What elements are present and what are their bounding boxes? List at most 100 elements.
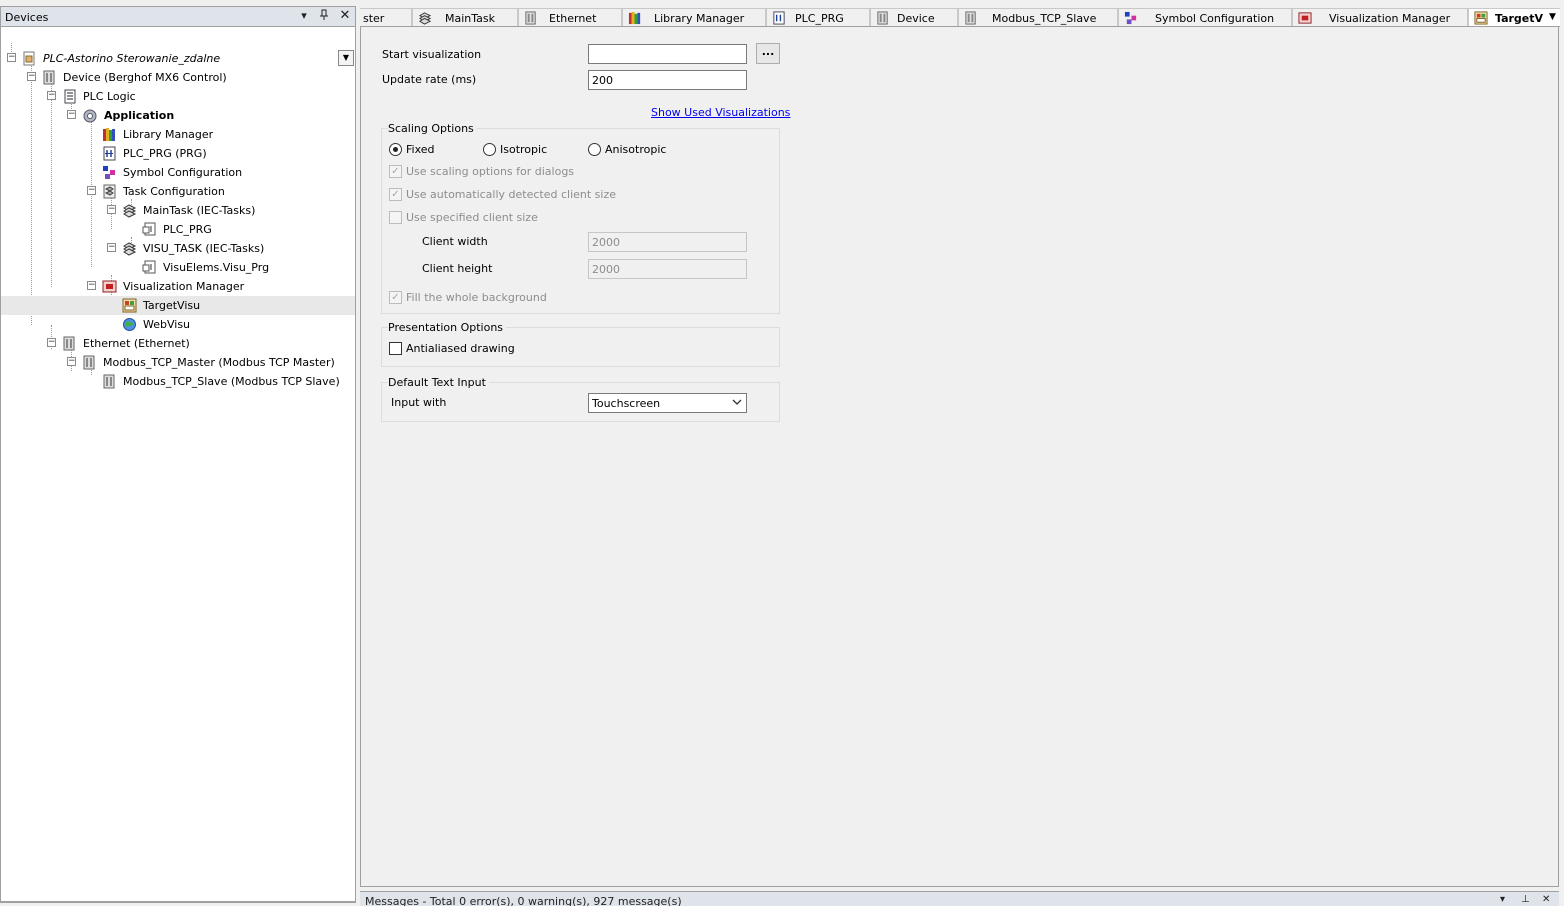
- tree-item-maintask-plc-prg[interactable]: PLC_PRG: [1, 220, 355, 239]
- start-visualization-input[interactable]: [588, 44, 747, 64]
- tree-item-label: Application: [104, 109, 175, 122]
- task-icon: [122, 241, 137, 256]
- update-rate-input[interactable]: 200: [588, 70, 747, 90]
- tree-item-plc-prg[interactable]: PLC_PRG (PRG): [1, 144, 355, 163]
- modbus-slave-icon: [964, 11, 978, 25]
- collapse-icon[interactable]: −: [67, 357, 76, 366]
- tree-item-label: Symbol Configuration: [123, 166, 243, 179]
- ethernet-icon: [524, 11, 538, 25]
- isotropic-radio[interactable]: [483, 143, 496, 156]
- library-manager-icon: [628, 11, 642, 25]
- tab-plc-prg[interactable]: PLC_PRG: [766, 8, 870, 26]
- tab-label: Device: [897, 12, 935, 25]
- anisotropic-radio[interactable]: [588, 143, 601, 156]
- tree-item-visualization-manager[interactable]: − Visualization Manager: [1, 277, 355, 296]
- tree-item-targetvisu[interactable]: TargetVisu: [1, 296, 355, 315]
- browse-button[interactable]: ...: [756, 43, 780, 64]
- program-call-icon: [142, 222, 157, 237]
- chevron-down-icon[interactable]: ▾: [1500, 894, 1505, 905]
- collapse-icon[interactable]: −: [47, 338, 56, 347]
- device-icon: [876, 11, 890, 25]
- input-with-select[interactable]: Touchscreen: [588, 393, 747, 413]
- tree-item-label: TargetVisu: [143, 299, 201, 312]
- collapse-icon[interactable]: −: [27, 72, 36, 81]
- show-used-visualizations-link[interactable]: Show Used Visualizations: [651, 106, 790, 119]
- modbus-master-icon: [82, 355, 97, 370]
- tree-item-modbus-master[interactable]: − Modbus_TCP_Master (Modbus TCP Master): [1, 353, 355, 372]
- tab-maintask[interactable]: MainTask: [412, 8, 518, 26]
- tab-library-manager[interactable]: Library Manager: [622, 8, 766, 26]
- use-auto-client-size-checkbox[interactable]: ✓: [389, 188, 402, 201]
- fixed-radio[interactable]: [389, 143, 402, 156]
- tree-item-label: Task Configuration: [123, 185, 225, 198]
- anisotropic-radio-label: Anisotropic: [605, 143, 667, 156]
- tree-item-symbol-configuration[interactable]: Symbol Configuration: [1, 163, 355, 182]
- tree-item-visu-task[interactable]: − VISU_TASK (IEC-Tasks): [1, 239, 355, 258]
- ethernet-icon: [62, 336, 77, 351]
- tab-overflow-chevron-icon[interactable]: ▼: [1549, 12, 1556, 22]
- tab-modbus-tcp-slave[interactable]: Modbus_TCP_Slave: [958, 8, 1118, 26]
- close-icon[interactable]: ✕: [338, 9, 352, 23]
- tree-item-label: Library Manager: [123, 128, 214, 141]
- tree-item-library-manager[interactable]: Library Manager: [1, 125, 355, 144]
- messages-summary: Messages - Total 0 error(s), 0 warning(s…: [365, 895, 682, 906]
- tree-item-webvisu[interactable]: WebVisu: [1, 315, 355, 334]
- antialiased-drawing-checkbox[interactable]: [389, 342, 402, 355]
- tab-ethernet[interactable]: Ethernet: [518, 8, 622, 26]
- tree-item-project[interactable]: − PLC-Astorino Sterowanie_zdalne: [1, 49, 355, 68]
- visualization-manager-icon: [1298, 11, 1312, 25]
- plc-logic-icon: [62, 89, 77, 104]
- tab-label: Modbus_TCP_Slave: [992, 12, 1097, 25]
- use-scaling-dialogs-checkbox[interactable]: ✓: [389, 165, 402, 178]
- tree-item-maintask[interactable]: − MainTask (IEC-Tasks): [1, 201, 355, 220]
- chevron-down-icon[interactable]: ▾: [297, 9, 311, 23]
- pin-icon[interactable]: [317, 9, 331, 23]
- tree-item-device[interactable]: − Device (Berghof MX6 Control): [1, 68, 355, 87]
- collapse-icon[interactable]: −: [7, 53, 16, 62]
- tab-modbus-master[interactable]: ster: [360, 8, 412, 26]
- close-icon[interactable]: ✕: [1542, 894, 1550, 905]
- tree-item-label: Ethernet (Ethernet): [83, 337, 190, 350]
- web-visu-icon: [122, 317, 137, 332]
- tree-item-label: PLC_PRG (PRG): [123, 147, 207, 160]
- tab-visualization-manager[interactable]: Visualization Manager: [1292, 8, 1468, 26]
- tree-item-application[interactable]: − Application: [1, 106, 355, 125]
- devices-panel-title: Devices: [5, 11, 49, 24]
- messages-panel-header[interactable]: Messages - Total 0 error(s), 0 warning(s…: [360, 891, 1559, 906]
- tab-label: Ethernet: [549, 12, 597, 25]
- default-text-input-title: Default Text Input: [388, 376, 489, 389]
- collapse-icon[interactable]: −: [107, 243, 116, 252]
- collapse-icon[interactable]: −: [107, 205, 116, 214]
- application-gear-icon: [82, 108, 97, 123]
- tab-targetvisu[interactable]: TargetV ▼: [1468, 8, 1560, 26]
- use-scaling-dialogs-label: Use scaling options for dialogs: [406, 165, 575, 178]
- status-strip: [0, 902, 356, 906]
- collapse-icon[interactable]: −: [67, 110, 76, 119]
- tab-label: Visualization Manager: [1329, 12, 1451, 25]
- client-width-input[interactable]: 2000: [588, 232, 747, 252]
- collapse-icon[interactable]: −: [47, 91, 56, 100]
- fill-background-checkbox[interactable]: ✓: [389, 291, 402, 304]
- use-specified-client-size-checkbox[interactable]: [389, 211, 402, 224]
- program-call-icon: [142, 260, 157, 275]
- tree-item-task-configuration[interactable]: − Task Configuration: [1, 182, 355, 201]
- presentation-options-title: Presentation Options: [388, 321, 507, 334]
- tree-item-label: Modbus_TCP_Master (Modbus TCP Master): [103, 356, 335, 369]
- tree-item-label: Device (Berghof MX6 Control): [63, 71, 227, 84]
- input-with-value: Touchscreen: [592, 397, 661, 410]
- tab-device[interactable]: Device: [870, 8, 958, 26]
- visualization-manager-icon: [102, 279, 117, 294]
- collapse-icon[interactable]: −: [87, 281, 96, 290]
- start-visualization-label: Start visualization: [382, 48, 482, 61]
- tree-item-plc-logic[interactable]: − PLC Logic: [1, 87, 355, 106]
- pin-icon[interactable]: ⊥: [1521, 894, 1530, 905]
- tab-symbol-configuration[interactable]: Symbol Configuration: [1118, 8, 1292, 26]
- tree-item-modbus-slave[interactable]: Modbus_TCP_Slave (Modbus TCP Slave): [1, 372, 355, 391]
- collapse-icon[interactable]: −: [87, 186, 96, 195]
- client-height-input[interactable]: 2000: [588, 259, 747, 279]
- tree-item-visuelems-visu-prg[interactable]: VisuElems.Visu_Prg: [1, 258, 355, 277]
- client-height-label: Client height: [422, 262, 493, 275]
- tree-item-label: VISU_TASK (IEC-Tasks): [143, 242, 265, 255]
- tab-label: Symbol Configuration: [1155, 12, 1275, 25]
- tree-item-ethernet[interactable]: − Ethernet (Ethernet): [1, 334, 355, 353]
